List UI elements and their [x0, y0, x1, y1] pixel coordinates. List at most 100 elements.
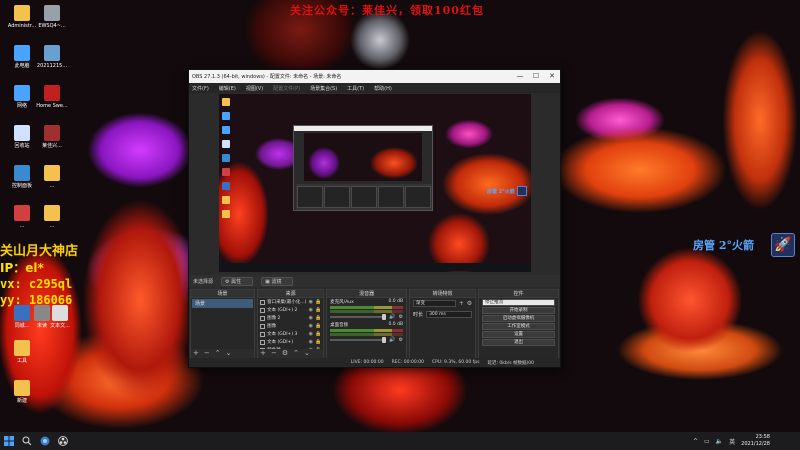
- mic-meter: [330, 306, 404, 309]
- clock[interactable]: 23:58 2021/12/28: [741, 434, 770, 448]
- sources-dock-title: 来源: [258, 290, 324, 298]
- taskbar-app-obs[interactable]: [54, 432, 72, 450]
- obs-menubar: 文件(F) 编辑(E) 视图(V) 配置文件(P) 场景集合(S) 工具(T) …: [189, 83, 560, 93]
- app-icon: [44, 85, 60, 101]
- preview-desktop-icons: [219, 94, 233, 272]
- lock-icon[interactable]: 🔒: [315, 307, 321, 313]
- taskbar-app-browser[interactable]: [36, 432, 54, 450]
- desktop-volume-slider[interactable]: [330, 337, 387, 343]
- studio-mode-button[interactable]: 工作室模式: [482, 323, 555, 330]
- mixer-channel-desktop: 桌面音频 0.0 dB 🔊 ⚙: [327, 321, 406, 344]
- virtual-camera-button[interactable]: 启动虚拟摄像机: [482, 315, 555, 322]
- lock-icon[interactable]: 🔒: [315, 299, 321, 305]
- start-button[interactable]: [0, 432, 18, 450]
- gear-icon[interactable]: ⚙: [399, 314, 403, 320]
- add-transition-icon[interactable]: +: [459, 300, 464, 307]
- close-button[interactable]: ✕: [544, 70, 560, 83]
- desktop-icon-label: 莱佳兴...: [42, 143, 62, 149]
- minimize-button[interactable]: —: [512, 70, 528, 83]
- overlay-ip: IP：el*: [0, 261, 44, 275]
- desktop-icon[interactable]: ...: [30, 203, 74, 243]
- search-button[interactable]: [18, 432, 36, 450]
- desktop-icon[interactable]: ...: [30, 163, 74, 203]
- desktop-icon[interactable]: EWSQ4~...: [30, 3, 74, 43]
- folder-icon: [14, 340, 30, 356]
- scene-up-icon[interactable]: ⌃: [215, 349, 221, 358]
- source-down-icon[interactable]: ⌄: [304, 349, 310, 358]
- network-tray-icon[interactable]: ▭: [704, 438, 710, 445]
- scene-item[interactable]: 场景: [192, 299, 254, 308]
- eye-icon[interactable]: ◉: [309, 307, 313, 313]
- mixer-dock-title: 混音器: [327, 290, 407, 298]
- duration-input[interactable]: 300 ms: [426, 311, 473, 318]
- source-up-icon[interactable]: ⌃: [293, 349, 299, 358]
- obs-titlebar[interactable]: OBS 27.1.3 (64-bit, windows) - 配置文件: 未命名…: [189, 70, 560, 83]
- remove-source-icon[interactable]: −: [271, 349, 277, 358]
- eye-icon[interactable]: ◉: [309, 315, 313, 321]
- transition-settings-icon[interactable]: ⚙: [467, 300, 472, 307]
- eye-icon[interactable]: ◉: [309, 299, 313, 305]
- filters-button[interactable]: ▣ 滤镜: [261, 276, 294, 286]
- eye-icon[interactable]: ◉: [309, 323, 313, 329]
- desktop-icon[interactable]: 工具: [0, 338, 44, 378]
- maximize-button[interactable]: ☐: [528, 70, 544, 83]
- desktop-icon[interactable]: Home Swe...: [30, 83, 74, 123]
- folder-icon: [44, 205, 60, 221]
- speaker-icon[interactable]: 🔊: [389, 314, 395, 320]
- desktop-icon[interactable]: 莱佳兴...: [30, 123, 74, 163]
- remove-scene-icon[interactable]: −: [204, 349, 210, 358]
- volume-tray-icon[interactable]: 🔈: [716, 438, 723, 445]
- desktop-icon[interactable]: 20211215...: [30, 43, 74, 83]
- obs-title: OBS 27.1.3 (64-bit, windows) - 配置文件: 未命名…: [192, 74, 342, 80]
- stop-streaming-button[interactable]: 停止推流: [482, 299, 555, 306]
- menu-tools[interactable]: 工具(T): [347, 85, 364, 92]
- speaker-icon[interactable]: 🔊: [389, 337, 395, 343]
- source-item[interactable]: 文本 (GDI+) 3 ◉ 🔒: [258, 330, 323, 338]
- gear-icon[interactable]: ⚙: [399, 337, 403, 343]
- menu-help[interactable]: 帮助(H): [374, 85, 392, 92]
- menu-file[interactable]: 文件(F): [192, 85, 209, 92]
- clock-date: 2021/12/28: [741, 441, 770, 447]
- menu-view[interactable]: 视图(V): [246, 85, 263, 92]
- menu-scene-collection[interactable]: 场景集合(S): [310, 85, 337, 92]
- properties-button[interactable]: ⚙ 属性: [221, 276, 254, 286]
- scene-down-icon[interactable]: ⌄: [226, 349, 232, 358]
- lock-icon[interactable]: 🔒: [315, 331, 321, 337]
- source-settings-icon[interactable]: ⚙: [282, 349, 288, 358]
- source-item[interactable]: 窗口采集(最小化...) ◉ 🔒: [258, 298, 323, 306]
- sources-dock-footer: + − ⚙ ⌃ ⌄: [258, 349, 324, 358]
- transition-select[interactable]: 渐变: [413, 300, 456, 307]
- language-tray-icon[interactable]: 英: [729, 437, 735, 446]
- eye-icon[interactable]: ◉: [309, 339, 313, 345]
- lock-icon[interactable]: 🔒: [315, 339, 321, 345]
- source-item[interactable]: 文本 (GDI+) ◉ 🔒: [258, 338, 323, 346]
- menu-profile[interactable]: 配置文件(P): [273, 85, 300, 92]
- lock-icon[interactable]: 🔒: [315, 315, 321, 321]
- desktop-icon-label: Home Swe...: [36, 103, 68, 109]
- source-item[interactable]: 文本 (GDI+) 2 ◉ 🔒: [258, 306, 323, 314]
- tray-caret-icon[interactable]: ^: [693, 438, 698, 445]
- add-scene-icon[interactable]: +: [193, 349, 199, 358]
- file-icon: [44, 5, 60, 21]
- desktop-icon-label: ...: [49, 223, 55, 229]
- image-icon: [260, 315, 266, 321]
- eye-icon[interactable]: ◉: [309, 331, 313, 337]
- desktop-icon[interactable]: 新建: [0, 378, 44, 418]
- computer-icon: [14, 45, 30, 61]
- lock-icon[interactable]: 🔒: [315, 323, 321, 329]
- start-recording-button[interactable]: 开始录制: [482, 307, 555, 314]
- mic-volume-slider[interactable]: [330, 314, 387, 320]
- settings-button[interactable]: 设置: [482, 331, 555, 338]
- exit-button[interactable]: 退出: [482, 339, 555, 346]
- menu-edit[interactable]: 编辑(E): [219, 85, 236, 92]
- source-item[interactable]: 图像 ◉ 🔒: [258, 322, 323, 330]
- no-source-label: 未选择源: [193, 278, 214, 285]
- add-source-icon[interactable]: +: [260, 349, 266, 358]
- obs-window[interactable]: OBS 27.1.3 (64-bit, windows) - 配置文件: 未命名…: [188, 69, 561, 368]
- mic-channel-name: 麦克风/Aux: [330, 300, 354, 305]
- duration-label: 时长: [413, 312, 424, 318]
- text-icon: [260, 339, 266, 345]
- source-item[interactable]: 图像 2 ◉ 🔒: [258, 314, 323, 322]
- desktop-icon[interactable]: 文本文...: [38, 303, 82, 343]
- desktop-icon-label: ...: [49, 183, 55, 189]
